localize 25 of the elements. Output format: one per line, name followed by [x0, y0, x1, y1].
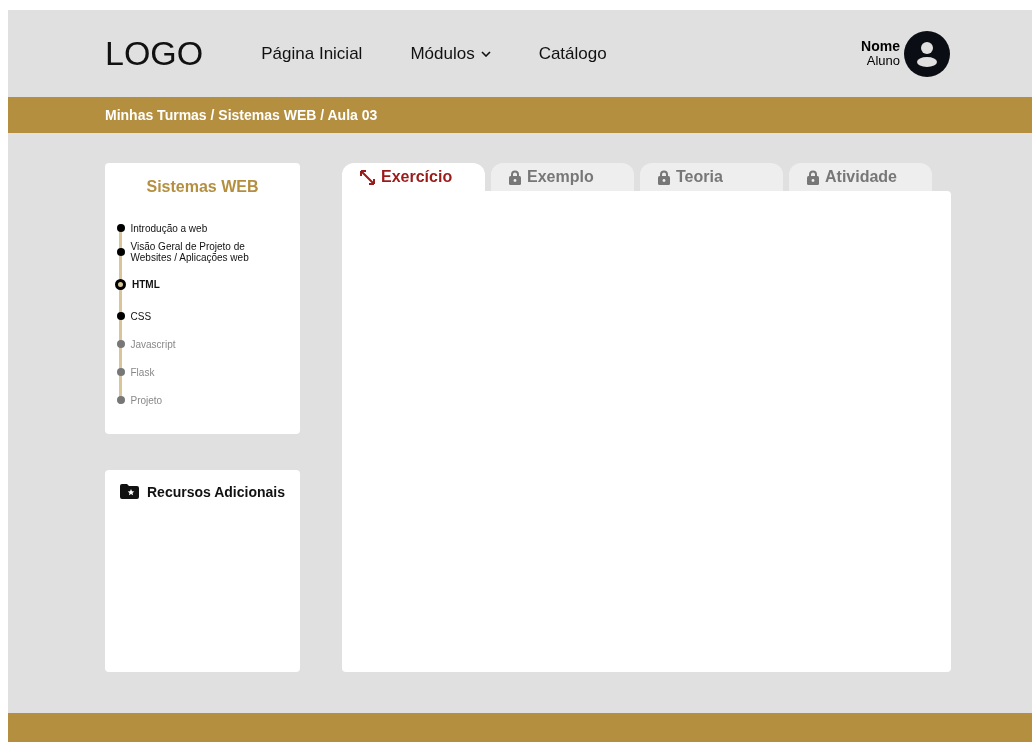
- avatar-icon[interactable]: [904, 30, 950, 77]
- lock-icon: [807, 169, 819, 185]
- lesson-link[interactable]: Projeto: [130, 394, 163, 406]
- lesson-link[interactable]: Javascript: [130, 338, 176, 350]
- lock-icon: [509, 169, 521, 185]
- nav-link[interactable]: Módulos: [410, 43, 491, 64]
- resources-title: Recursos Adicionais: [147, 484, 285, 500]
- tab[interactable]: Exercício: [342, 163, 485, 191]
- course-title: Sistemas WEB: [145, 178, 260, 196]
- lock-icon: [658, 169, 670, 185]
- logo[interactable]: LOGO: [105, 34, 204, 73]
- lesson-link[interactable]: Visão Geral de Projeto de Websites / Aplicações web: [130, 241, 271, 263]
- lesson-link[interactable]: CSS: [130, 310, 152, 322]
- folder-star-icon: [120, 484, 139, 499]
- diagonal-arrows-icon: [360, 169, 375, 185]
- tab[interactable]: Atividade: [789, 163, 932, 191]
- nav-link[interactable]: Página Inicial: [261, 43, 363, 64]
- user-name: Nome: [861, 38, 900, 55]
- lesson-link[interactable]: Flask: [130, 366, 155, 378]
- tab[interactable]: Teoria: [640, 163, 783, 191]
- tab[interactable]: Exemplo: [491, 163, 634, 191]
- lesson-link[interactable]: Introdução a web: [130, 222, 208, 234]
- lesson-link[interactable]: HTML: [132, 278, 160, 290]
- nav-link[interactable]: Catálogo: [538, 43, 607, 64]
- user-role: Aluno: [865, 54, 900, 69]
